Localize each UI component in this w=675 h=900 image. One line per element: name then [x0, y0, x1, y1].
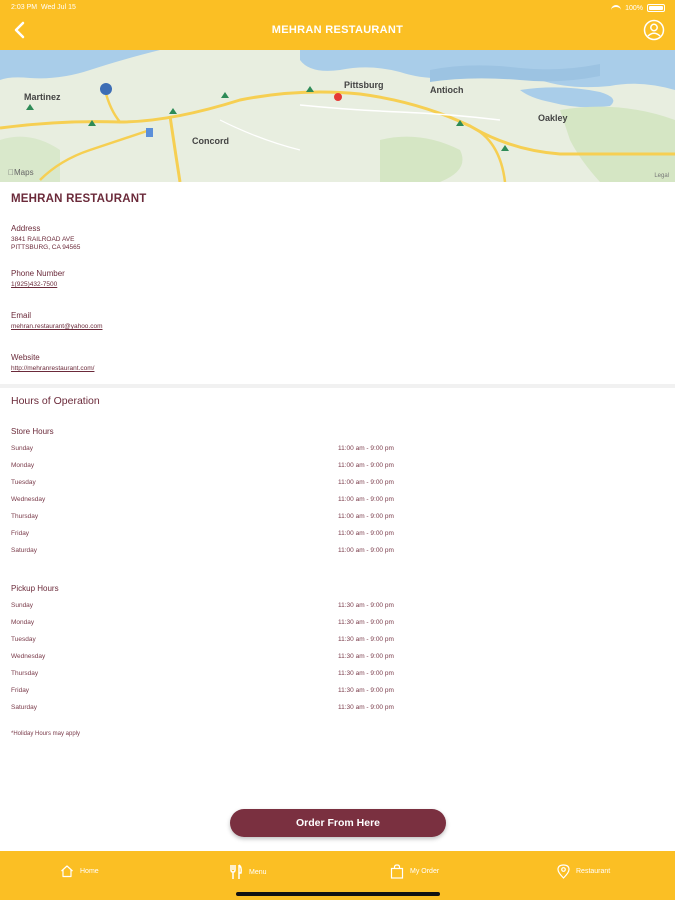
maps-logo: Maps [8, 168, 34, 177]
store-hours-row: Friday 11:00 am - 9:00 pm [11, 530, 394, 537]
pickup-hours-row: Monday 11:30 am - 9:00 pm [11, 619, 394, 626]
tab-menu-label: Menu [249, 868, 267, 876]
tab-restaurant[interactable]: Restaurant [557, 864, 610, 879]
tab-home-label: Home [80, 867, 99, 875]
map-label-concord: Concord [192, 136, 229, 146]
phone-link[interactable]: 1(925)432-7500 [11, 281, 661, 289]
profile-icon[interactable] [643, 19, 665, 41]
pickup-hours-row: Wednesday 11:30 am - 9:00 pm [11, 653, 394, 660]
section-divider [0, 384, 675, 388]
store-hours-row: Tuesday 11:00 am - 9:00 pm [11, 479, 394, 486]
store-hours-title: Store Hours [11, 427, 54, 436]
hours-section: Hours of Operation Store Hours Sunday 11:… [11, 395, 661, 737]
tab-home[interactable]: Home [60, 864, 99, 878]
page-title: MEHRAN RESTAURANT [271, 24, 404, 36]
email-label: Email [11, 311, 32, 320]
pickup-hours-row: Friday 11:30 am - 9:00 pm [11, 687, 394, 694]
pickup-hours-title: Pickup Hours [11, 584, 59, 593]
map-legal-link[interactable]: Legal [654, 173, 669, 179]
map-graphic [0, 50, 675, 182]
store-hours-row: Wednesday 11:00 am - 9:00 pm [11, 496, 394, 503]
store-hours-row: Saturday 11:00 am - 9:00 pm [11, 547, 394, 554]
tab-my-order-label: My Order [410, 868, 440, 875]
status-time: 2:03 PM Wed Jul 15 [11, 4, 76, 11]
map-label-martinez: Martinez [24, 92, 61, 102]
nav-header: 2:03 PM Wed Jul 15 100% MEHRAN RESTAURAN… [0, 0, 675, 50]
restaurant-name: MEHRAN RESTAURANT [11, 193, 147, 205]
location-map[interactable]: Martinez Concord Pittsburg Antioch Oakle… [0, 50, 675, 182]
hours-title: Hours of Operation [11, 395, 100, 407]
holiday-note: *Holiday Hours may apply [11, 731, 81, 737]
phone-label: Phone Number [11, 269, 65, 278]
home-icon [61, 865, 73, 878]
restaurant-info: MEHRAN RESTAURANT Address 3841 RAILROAD … [11, 182, 661, 373]
battery-percent: 100% [625, 4, 643, 12]
pickup-hours-list: Sunday 11:30 am - 9:00 pm Monday 11:30 am … [11, 598, 661, 717]
tab-menu[interactable]: Menu [229, 864, 267, 880]
location-pin-icon [557, 864, 570, 879]
wifi-icon [611, 4, 622, 12]
store-hours-row: Sunday 11:00 am - 9:00 pm [11, 445, 394, 452]
pickup-hours-row: Thursday 11:30 am - 9:00 pm [11, 670, 394, 677]
website-link[interactable]: http://mehranrestaurant.com/ [11, 365, 661, 373]
map-label-antioch: Antioch [430, 85, 464, 95]
battery-icon [647, 4, 665, 12]
address-line1: 3841 RAILROAD AVE [11, 236, 75, 243]
fork-knife-icon [230, 864, 242, 879]
address-value: 3841 RAILROAD AVE PITTSBURG, CA 94565 [11, 236, 661, 252]
order-from-here-button[interactable]: Order From Here [230, 809, 446, 837]
map-label-pittsburg: Pittsburg [344, 80, 384, 90]
address-line2: PITTSBURG, CA 94565 [11, 244, 81, 251]
home-indicator [236, 892, 440, 896]
shopping-bag-icon [390, 864, 404, 879]
pickup-hours-row: Tuesday 11:30 am - 9:00 pm [11, 636, 394, 643]
address-label: Address [11, 224, 41, 233]
store-hours-row: Thursday 11:00 am - 9:00 pm [11, 513, 394, 520]
store-hours-list: Sunday 11:00 am - 9:00 pm Monday 11:00 am … [11, 441, 661, 560]
store-hours-row: Monday 11:00 am - 9:00 pm [11, 462, 394, 469]
email-link[interactable]: mehran.restaurant@yahoo.com [11, 323, 661, 331]
status-right: 100% [611, 4, 665, 12]
pickup-hours-row: Saturday 11:30 am - 9:00 pm [11, 704, 394, 711]
map-label-oakley: Oakley [538, 113, 568, 123]
pickup-hours-row: Sunday 11:30 am - 9:00 pm [11, 602, 394, 609]
tab-my-order[interactable]: My Order [390, 864, 439, 879]
website-label: Website [11, 353, 40, 362]
status-bar: 2:03 PM Wed Jul 15 100% [0, 3, 675, 15]
tab-restaurant-label: Restaurant [576, 868, 611, 875]
